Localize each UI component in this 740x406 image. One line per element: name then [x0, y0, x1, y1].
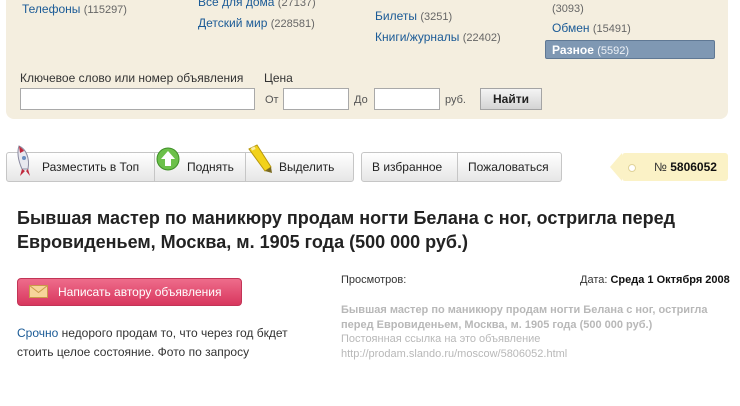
- ad-title: Бывшая мастер по маникюру продам ногти Б…: [17, 208, 676, 252]
- ad-title-repeat: Бывшая мастер по маникюру продам ногти Б…: [341, 304, 708, 331]
- ad-secondary-toolbar: В избранное Пожаловаться: [361, 152, 562, 182]
- category-link-phones[interactable]: Телефоны (115297): [22, 2, 127, 16]
- keyword-input[interactable]: [20, 88, 255, 110]
- add-to-favorites-button[interactable]: В избранное: [362, 153, 458, 181]
- search-panel: Телефоны (115297) Все для дома (27137) Д…: [6, 0, 728, 119]
- ad-description: Срочно недорого продам то, что через год…: [17, 326, 288, 359]
- complain-button[interactable]: Пожаловаться: [458, 153, 561, 181]
- category-link-kids[interactable]: Детский мир (228581): [198, 16, 315, 30]
- contact-author-button[interactable]: Написать автору объявления: [17, 278, 242, 306]
- permalink-url[interactable]: http://prodam.slando.ru/moscow/5806052.h…: [341, 348, 567, 360]
- price-to-input[interactable]: [374, 88, 440, 110]
- rocket-icon: [17, 145, 30, 176]
- tag-hole: [628, 164, 636, 172]
- up-arrow-icon: [156, 147, 180, 171]
- ad-number: 5806052: [670, 160, 717, 174]
- category-link-exchange[interactable]: Обмен (15491): [552, 21, 631, 35]
- category-selected-misc[interactable]: Разное (5592): [545, 40, 715, 59]
- raise-button[interactable]: Поднять: [155, 147, 246, 181]
- envelope-icon: [29, 285, 48, 298]
- ad-number-tag: № 5806052: [610, 153, 728, 181]
- price-from-input[interactable]: [283, 88, 349, 110]
- highlight-button[interactable]: Выделить: [246, 144, 353, 181]
- price-to-label: До: [354, 94, 368, 106]
- category-link-books[interactable]: Книги/журналы (22402): [375, 30, 501, 44]
- permalink-label: Постоянная ссылка на это объявление: [341, 333, 541, 345]
- urgent-link[interactable]: Срочно: [17, 326, 58, 340]
- category-link-home[interactable]: Все для дома (27137): [198, 0, 316, 9]
- date-value: Среда 1 Октября 2008: [610, 274, 730, 286]
- price-from-label: От: [265, 94, 279, 106]
- category-link-tickets[interactable]: Билеты (3251): [375, 9, 452, 23]
- highlighter-icon: [248, 144, 272, 173]
- find-button[interactable]: Найти: [480, 88, 542, 110]
- currency-label: руб.: [445, 94, 466, 106]
- views-label: Просмотров:: [341, 274, 407, 286]
- promote-top-button[interactable]: Разместить в Топ: [7, 145, 155, 181]
- date-line: Дата: Среда 1 Октября 2008: [580, 274, 730, 286]
- keyword-label: Ключевое слово или номер объявления: [20, 71, 244, 85]
- ad-actions-toolbar: Разместить в Топ Поднять Выделить: [6, 144, 354, 182]
- category-link-unnamed[interactable]: (3093): [552, 1, 584, 15]
- price-label: Цена: [264, 71, 293, 85]
